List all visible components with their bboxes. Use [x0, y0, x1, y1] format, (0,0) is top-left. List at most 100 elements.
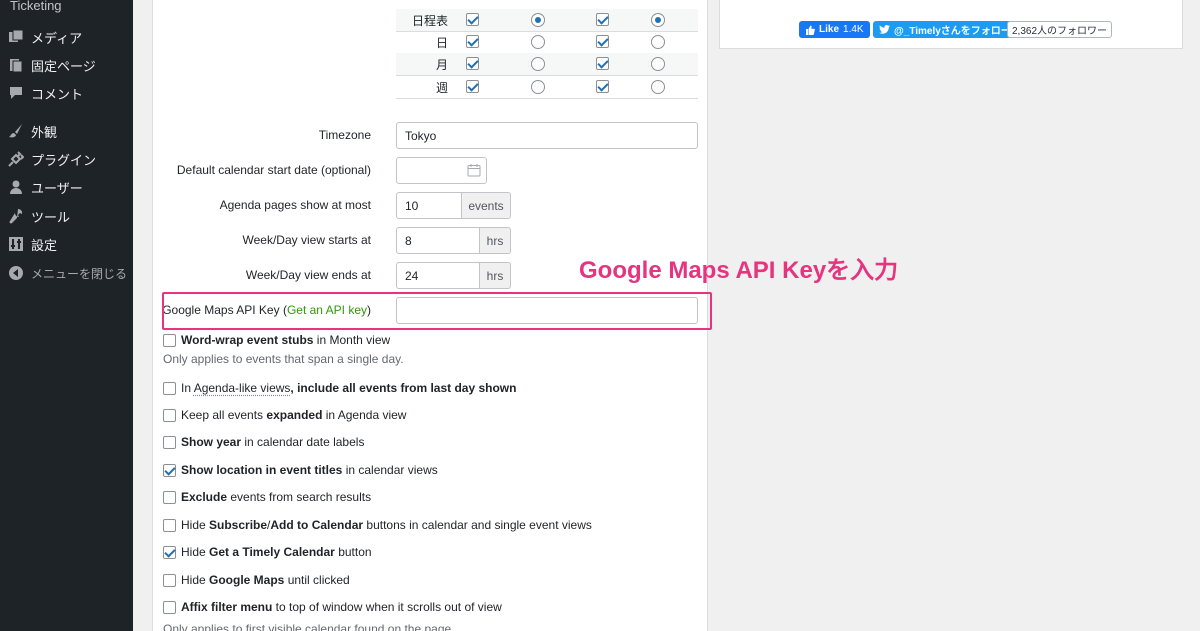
- twitter-bird-icon: [879, 25, 890, 34]
- affix-note: Only applies to first visible calendar f…: [163, 622, 455, 631]
- start-date-label: Default calendar start date (optional): [176, 163, 371, 177]
- option-checkbox[interactable]: [163, 381, 176, 395]
- sidebar-item-label: ツール: [31, 209, 71, 225]
- option-row[interactable]: Show location in event titles in calenda…: [163, 462, 438, 478]
- option-row[interactable]: Hide Google Maps until clicked: [163, 572, 350, 588]
- sidebar-item-1[interactable]: メディア: [0, 24, 133, 50]
- view-default-radio[interactable]: [531, 80, 545, 94]
- option-label: Keep all events expanded in Agenda view: [181, 408, 407, 422]
- sidebar-item-7[interactable]: ツール: [0, 203, 133, 229]
- option-label: In Agenda-like views, include all events…: [181, 381, 517, 395]
- comment-icon: [8, 85, 24, 101]
- option-checkbox[interactable]: [163, 545, 176, 559]
- option-checkbox[interactable]: [163, 435, 176, 449]
- sidebar-item-5[interactable]: プラグイン: [0, 146, 133, 172]
- sidebar-item-label: メニューを閉じる: [31, 266, 128, 281]
- collapse-icon: [8, 265, 24, 281]
- twitter-follow-button[interactable]: @_Timelyさんをフォロー: [873, 21, 1017, 38]
- view-enabled-checkbox[interactable]: [596, 57, 609, 70]
- agenda-unit: events: [462, 192, 511, 219]
- sidebar-item-2[interactable]: 固定ページ: [0, 52, 133, 78]
- option-label: Show location in event titles in calenda…: [181, 463, 438, 477]
- timezone-input[interactable]: Tokyo: [396, 122, 698, 149]
- option-row[interactable]: In Agenda-like views, include all events…: [163, 380, 516, 396]
- tools-icon: [8, 208, 24, 224]
- sidebar-item-label: 設定: [31, 237, 58, 253]
- option-row[interactable]: Hide Subscribe/Add to Calendar buttons i…: [163, 517, 592, 533]
- sidebar-item-label: ユーザー: [31, 180, 83, 196]
- twitter-follower-count[interactable]: 2,362人のフォロワー: [1007, 21, 1113, 38]
- week-end-input[interactable]: 24: [396, 262, 480, 289]
- view-default-radio[interactable]: [651, 35, 665, 49]
- sidebar-item-ticketing[interactable]: Ticketing: [10, 0, 62, 13]
- sidebar-item-label: 外観: [31, 124, 58, 140]
- sidebar-item-label: 固定ページ: [31, 58, 96, 74]
- annotation-text: Google Maps API Keyを入力: [579, 257, 899, 284]
- view-default-radio[interactable]: [531, 13, 545, 27]
- timezone-label: Timezone: [318, 128, 371, 142]
- view-row-label: 日程表: [411, 14, 448, 28]
- sidebar-item-4[interactable]: 外観: [0, 118, 133, 144]
- option-row[interactable]: Show year in calendar date labels: [163, 434, 364, 450]
- option-checkbox[interactable]: [163, 490, 176, 504]
- view-default-radio[interactable]: [651, 57, 665, 71]
- sidebar-item-3[interactable]: コメント: [0, 80, 133, 106]
- option-row[interactable]: Exclude events from search results: [163, 489, 371, 505]
- option-label: Affix filter menu to top of window when …: [181, 600, 502, 614]
- option-row[interactable]: Hide Get a Timely Calendar button: [163, 544, 372, 560]
- option-label: Hide Get a Timely Calendar button: [181, 545, 372, 559]
- user-icon: [8, 179, 24, 195]
- option-checkbox[interactable]: [163, 518, 176, 532]
- view-enabled-checkbox[interactable]: [466, 57, 479, 70]
- option-checkbox[interactable]: [163, 408, 176, 422]
- option-label: Word-wrap event stubs in Month view: [181, 333, 391, 347]
- view-row-label: 日: [435, 36, 448, 50]
- page-icon: [8, 57, 24, 73]
- option-label: Exclude events from search results: [181, 490, 372, 504]
- wordwrap-note: Only applies to events that span a singl…: [163, 352, 404, 366]
- plugin-icon: [8, 151, 24, 167]
- sidebar-item-label: コメント: [31, 86, 84, 102]
- view-enabled-checkbox[interactable]: [596, 13, 609, 26]
- sidebar-item-8[interactable]: 設定: [0, 231, 133, 257]
- week-start-unit: hrs: [480, 227, 511, 254]
- facebook-like-button[interactable]: Like 1.4K: [799, 21, 870, 38]
- week-end-label: Week/Day view ends at: [245, 268, 371, 282]
- view-enabled-checkbox[interactable]: [466, 80, 479, 93]
- week-start-label: Week/Day view starts at: [242, 233, 371, 247]
- admin-sidebar: Ticketing メディア固定ページコメント外観プラグインユーザーツール設定メ…: [0, 0, 133, 631]
- social-widget: Like 1.4K @_Timelyさんをフォロー 2,362人のフォロワー: [719, 0, 1183, 49]
- option-row[interactable]: Affix filter menu to top of window when …: [163, 599, 502, 615]
- agenda-label: Agenda pages show at most: [219, 198, 371, 212]
- week-end-unit: hrs: [480, 262, 511, 289]
- view-enabled-checkbox[interactable]: [596, 80, 609, 93]
- option-checkbox[interactable]: [163, 600, 176, 614]
- view-default-radio[interactable]: [651, 13, 665, 27]
- gmaps-highlight-box: [162, 292, 712, 330]
- option-checkbox[interactable]: [163, 333, 176, 347]
- view-default-radio[interactable]: [651, 80, 665, 94]
- row-divider: [396, 98, 698, 99]
- calendar-icon[interactable]: [467, 163, 481, 177]
- agenda-input[interactable]: 10: [396, 192, 462, 219]
- option-label: Hide Google Maps until clicked: [181, 573, 350, 587]
- view-enabled-checkbox[interactable]: [466, 13, 479, 26]
- appearance-icon: [8, 123, 24, 139]
- view-enabled-checkbox[interactable]: [596, 35, 609, 48]
- view-enabled-checkbox[interactable]: [466, 35, 479, 48]
- view-row-label: 月: [435, 58, 448, 72]
- option-label: Hide Subscribe/Add to Calendar buttons i…: [181, 518, 592, 532]
- sidebar-item-9[interactable]: メニューを閉じる: [0, 260, 133, 286]
- thumbs-up-icon: [806, 25, 815, 35]
- view-default-radio[interactable]: [531, 35, 545, 49]
- sidebar-item-6[interactable]: ユーザー: [0, 174, 133, 200]
- view-default-radio[interactable]: [531, 57, 545, 71]
- option-row[interactable]: Keep all events expanded in Agenda view: [163, 407, 406, 423]
- week-start-input[interactable]: 8: [396, 227, 480, 254]
- option-checkbox[interactable]: [163, 463, 176, 477]
- sidebar-item-label: プラグイン: [31, 152, 97, 168]
- option-label: Show year in calendar date labels: [181, 435, 365, 449]
- start-date-input[interactable]: [396, 157, 487, 184]
- option-row[interactable]: Word-wrap event stubs in Month view: [163, 332, 390, 348]
- option-checkbox[interactable]: [163, 573, 176, 587]
